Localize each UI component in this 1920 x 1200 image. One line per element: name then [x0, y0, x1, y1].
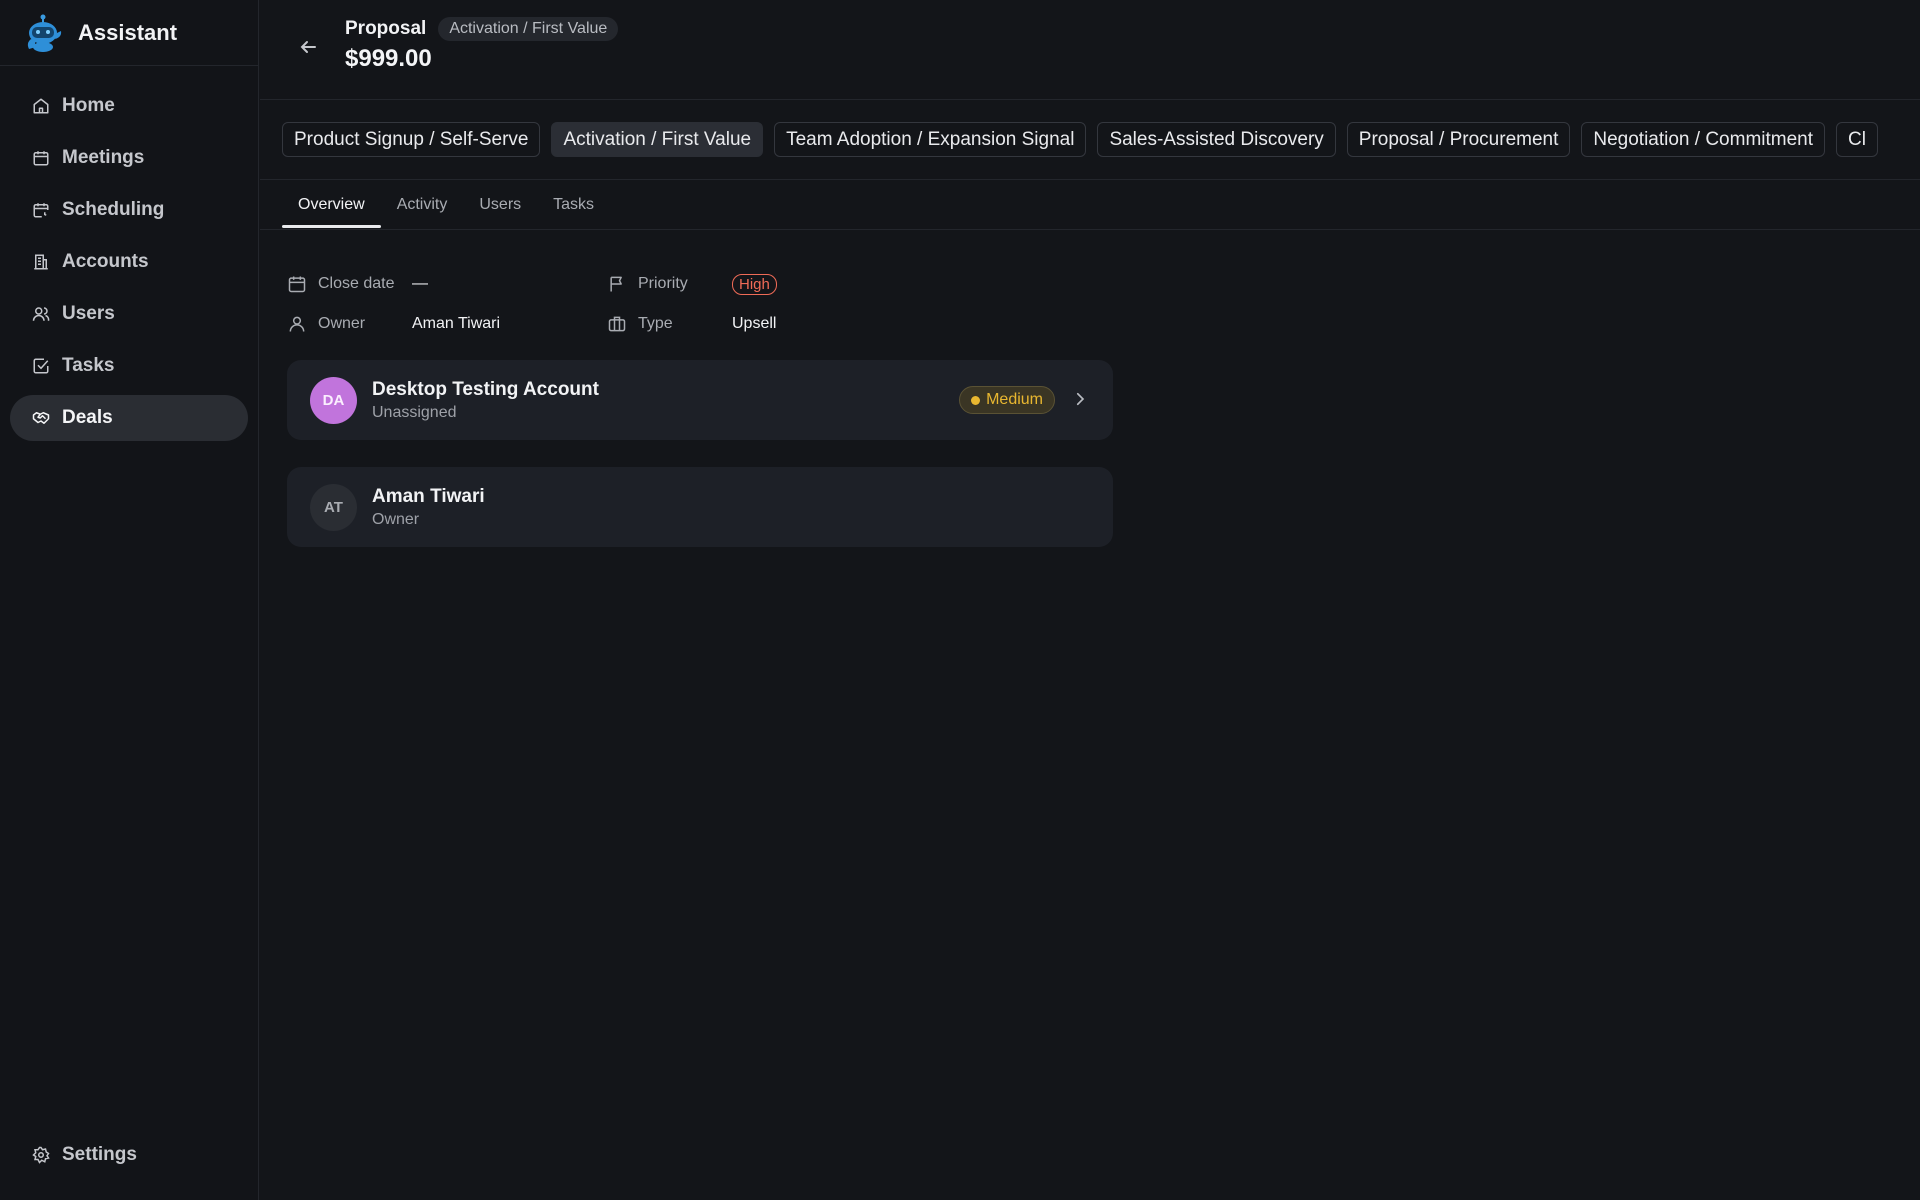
- sidebar-nav: Home Meetings Scheduling Accounts Users: [0, 66, 258, 441]
- deal-tabs: Overview Activity Users Tasks: [260, 180, 1920, 230]
- close-date-label: Close date: [318, 275, 395, 292]
- account-priority-badge: Medium: [959, 386, 1055, 414]
- back-button[interactable]: [296, 35, 320, 59]
- app-title: Assistant: [78, 19, 178, 45]
- property-row: Owner Aman Tiwari Type Upsell: [287, 304, 927, 344]
- sidebar-item-settings[interactable]: Settings: [10, 1132, 248, 1178]
- close-date-property: Close date —: [287, 274, 607, 294]
- deal-amount: $999.00: [345, 45, 432, 72]
- sidebar-item-label: Home: [62, 95, 115, 116]
- deal-properties: Close date — Priority High Owner Aman Ti…: [287, 264, 927, 344]
- sidebar-item-users[interactable]: Users: [10, 291, 248, 337]
- user-icon: [287, 314, 318, 334]
- sidebar-item-label: Meetings: [62, 147, 145, 168]
- stage-chip-sales-discovery[interactable]: Sales-Assisted Discovery: [1097, 122, 1336, 157]
- owner-avatar: AT: [310, 483, 357, 531]
- stage-chip-negotiation[interactable]: Negotiation / Commitment: [1581, 122, 1826, 157]
- owner-value[interactable]: Aman Tiwari: [412, 315, 500, 333]
- priority-property: Priority High: [607, 273, 927, 295]
- stage-chip-product-signup[interactable]: Product Signup / Self-Serve: [282, 122, 541, 157]
- sidebar-item-accounts[interactable]: Accounts: [10, 239, 248, 285]
- sidebar-item-scheduling[interactable]: Scheduling: [10, 187, 248, 233]
- sidebar-item-deals[interactable]: Deals: [10, 395, 248, 441]
- sidebar-item-label: Settings: [62, 1144, 137, 1165]
- tab-users[interactable]: Users: [463, 180, 537, 229]
- stage-chip-closed[interactable]: Cl: [1836, 122, 1878, 157]
- calendar-clock-icon: [32, 201, 50, 219]
- calendar-icon: [287, 274, 318, 294]
- tab-tasks[interactable]: Tasks: [537, 180, 610, 229]
- main-content: Proposal Activation / First Value $999.0…: [260, 0, 1920, 1200]
- close-date-value[interactable]: —: [412, 275, 428, 293]
- priority-badge[interactable]: High: [732, 273, 777, 295]
- sidebar-item-home[interactable]: Home: [10, 83, 248, 129]
- owner-role: Owner: [372, 510, 420, 528]
- tab-activity[interactable]: Activity: [381, 180, 464, 229]
- robot-logo-icon: [22, 13, 64, 53]
- type-label: Type: [638, 315, 673, 332]
- deal-title: Proposal: [345, 18, 427, 39]
- flag-icon: [607, 274, 638, 294]
- owner-property: Owner Aman Tiwari: [287, 314, 607, 334]
- open-account-button[interactable]: [1071, 390, 1089, 408]
- briefcase-icon: [607, 314, 638, 334]
- stage-chip-activation[interactable]: Activation / First Value: [551, 122, 764, 157]
- owner-card[interactable]: AT Aman Tiwari Owner: [287, 467, 1113, 547]
- title-row: Proposal Activation / First Value: [345, 17, 619, 41]
- checkbox-icon: [32, 357, 50, 375]
- users-icon: [32, 305, 50, 323]
- owner-label: Owner: [318, 315, 366, 332]
- stage-chip-proposal[interactable]: Proposal / Procurement: [1346, 122, 1571, 157]
- gear-icon: [32, 1146, 50, 1164]
- account-priority-label: Medium: [986, 391, 1043, 408]
- owner-card-text: Aman Tiwari Owner: [372, 486, 485, 529]
- sidebar-item-label: Deals: [62, 407, 113, 428]
- sidebar: Assistant Home Meetings Scheduling Accou…: [0, 0, 259, 1200]
- home-icon: [32, 97, 50, 115]
- sidebar-item-label: Users: [62, 303, 115, 324]
- account-card-text: Desktop Testing Account Unassigned: [372, 379, 599, 422]
- account-subtitle: Unassigned: [372, 403, 457, 421]
- status-dot-icon: [971, 395, 981, 405]
- tab-overview[interactable]: Overview: [282, 180, 381, 229]
- arrow-left-icon: [296, 35, 320, 59]
- owner-name: Aman Tiwari: [372, 485, 485, 507]
- calendar-icon: [32, 149, 50, 167]
- stage-badge: Activation / First Value: [438, 17, 619, 41]
- type-value[interactable]: Upsell: [732, 315, 776, 333]
- sidebar-item-meetings[interactable]: Meetings: [10, 135, 248, 181]
- sidebar-item-label: Accounts: [62, 251, 149, 272]
- sidebar-item-label: Tasks: [62, 355, 115, 376]
- chevron-right-icon: [1071, 390, 1089, 408]
- deal-header: Proposal Activation / First Value $999.0…: [260, 0, 1920, 100]
- priority-label: Priority: [638, 275, 688, 292]
- sidebar-item-tasks[interactable]: Tasks: [10, 343, 248, 389]
- account-name: Desktop Testing Account: [372, 378, 599, 400]
- property-row: Close date — Priority High: [287, 264, 927, 304]
- type-property: Type Upsell: [607, 314, 927, 334]
- brand[interactable]: Assistant: [0, 0, 258, 66]
- stage-chip-team-adoption[interactable]: Team Adoption / Expansion Signal: [774, 122, 1087, 157]
- account-card[interactable]: DA Desktop Testing Account Unassigned Me…: [287, 360, 1113, 440]
- account-avatar: DA: [310, 376, 357, 424]
- stage-selector: Product Signup / Self-Serve Activation /…: [260, 100, 1920, 180]
- handshake-icon: [32, 409, 50, 427]
- sidebar-item-label: Scheduling: [62, 199, 165, 220]
- building-icon: [32, 253, 50, 271]
